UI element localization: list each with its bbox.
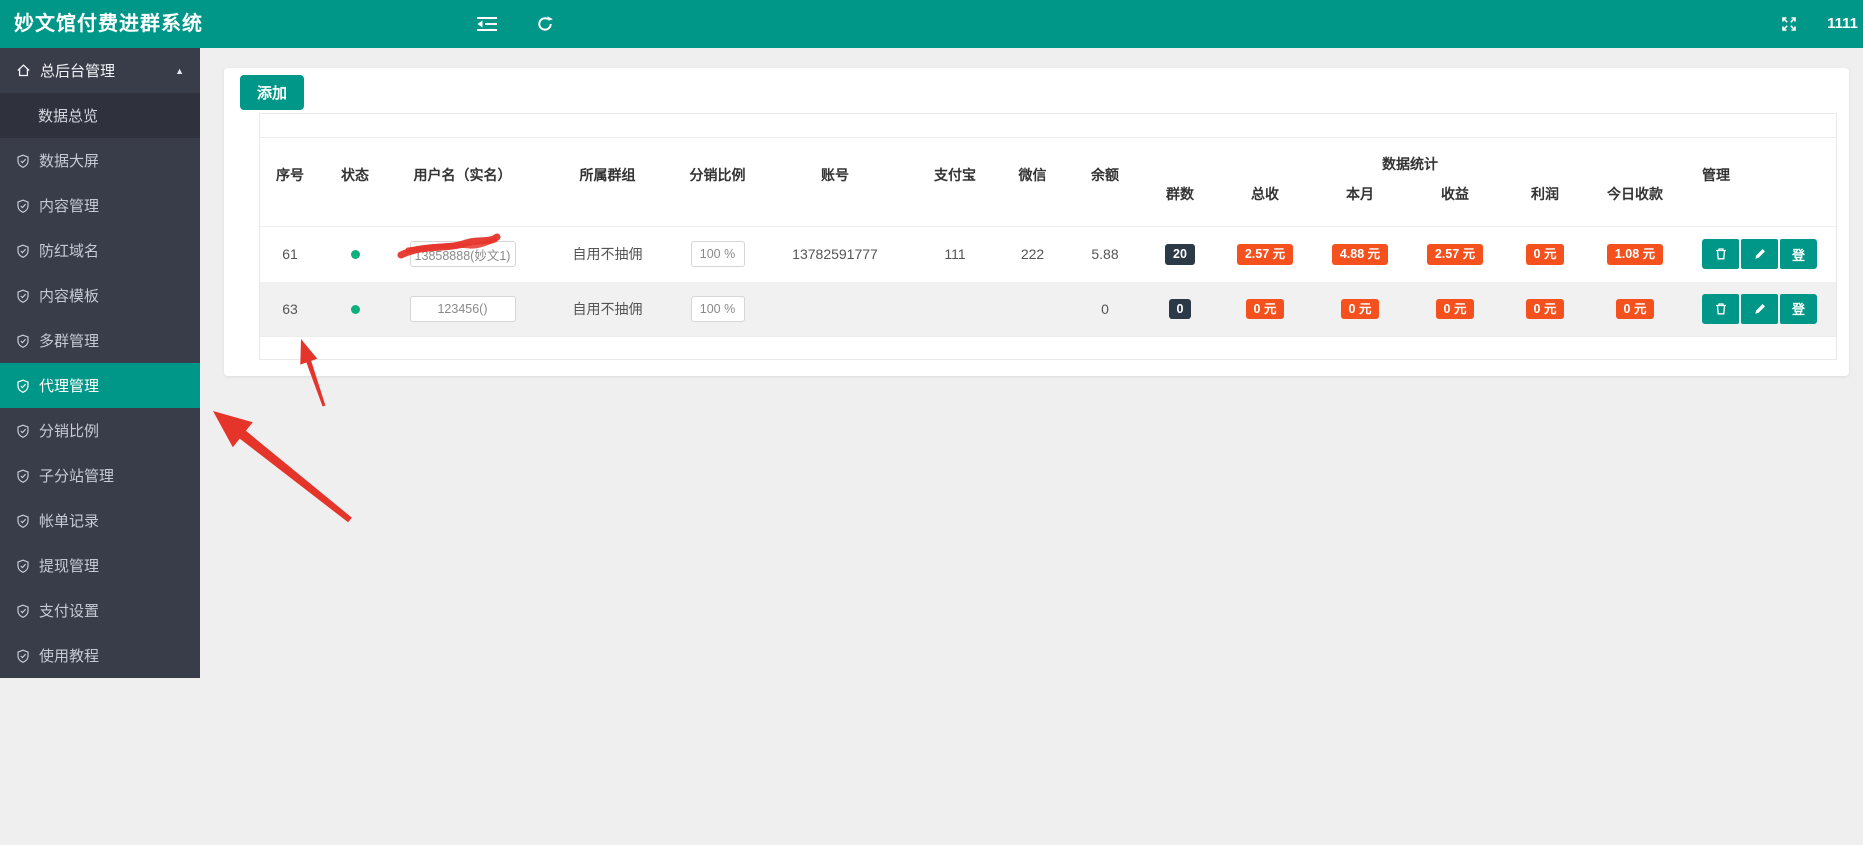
content-card: 添加 序号 状态 用户名（实名） 所属群组 分销比例 账号 支付宝 微信 余额 … <box>224 68 1849 376</box>
delete-button[interactable] <box>1702 293 1740 324</box>
col-header-manage: 管理 <box>1702 167 1731 183</box>
alipay-cell <box>915 282 995 337</box>
total-income-badge: 0 元 <box>1245 298 1285 319</box>
today-badge: 0 元 <box>1615 298 1655 319</box>
sidebar-item-antired-domain[interactable]: 防红域名 <box>0 228 200 273</box>
table-row: 63 自用不抽佣 0 0 0 元 0 元 0 元 0 元 0 元 <box>260 281 1836 337</box>
agents-table: 序号 状态 用户名（实名） 所属群组 分销比例 账号 支付宝 微信 余额 数据统… <box>260 137 1836 337</box>
sidebar-item-content-mgmt[interactable]: 内容管理 <box>0 183 200 228</box>
income-badge: 0 元 <box>1435 298 1475 319</box>
sidebar-group-admin[interactable]: 总后台管理 ▲ <box>0 48 200 93</box>
status-dot <box>350 250 360 260</box>
col-header-account: 账号 <box>821 167 849 183</box>
row-actions: 登 <box>1702 239 1818 270</box>
profit-badge: 0 元 <box>1525 244 1565 265</box>
sidebar-item-substation-mgmt[interactable]: 子分站管理 <box>0 453 200 498</box>
shield-check-icon <box>16 424 30 438</box>
group-cell: 自用不抽佣 <box>572 246 643 263</box>
col-header-income: 收益 <box>1441 185 1469 202</box>
shield-check-icon <box>16 334 30 348</box>
edit-button[interactable] <box>1741 293 1779 324</box>
sidebar-item-distribution-ratio[interactable]: 分销比例 <box>0 408 200 453</box>
collapse-menu-icon[interactable] <box>470 0 504 48</box>
sidebar: 总后台管理 ▲ 数据总览 数据大屏 内容管理 防红域名 内容模板 多群管理 代理… <box>0 48 200 678</box>
col-header-alipay: 支付宝 <box>934 167 976 183</box>
shield-check-icon <box>16 289 30 303</box>
account-cell <box>755 282 915 337</box>
shield-check-icon <box>16 514 30 528</box>
shield-check-icon <box>16 379 30 393</box>
sidebar-item-agent-mgmt[interactable]: 代理管理 <box>0 363 200 408</box>
account-cell: 13782591777 <box>792 246 878 263</box>
shield-check-icon <box>16 199 30 213</box>
status-dot <box>350 304 360 314</box>
total-income-badge: 2.57 元 <box>1236 244 1294 265</box>
annotation-arrow-large <box>213 411 352 523</box>
shield-check-icon <box>16 559 30 573</box>
shield-check-icon <box>16 244 30 258</box>
shield-check-icon <box>16 154 30 168</box>
groups-count-badge: 0 <box>1168 298 1192 319</box>
app-title: 妙文馆付费进群系统 <box>14 13 203 35</box>
month-badge: 4.88 元 <box>1331 244 1389 265</box>
group-cell: 自用不抽佣 <box>572 300 643 317</box>
current-user[interactable]: 1111 <box>1827 0 1858 48</box>
wechat-cell: 222 <box>1020 246 1045 263</box>
col-header-wechat: 微信 <box>1018 167 1047 183</box>
col-header-ratio: 分销比例 <box>689 167 746 183</box>
edit-button[interactable] <box>1741 239 1779 270</box>
add-button[interactable]: 添加 <box>240 75 304 110</box>
col-header-id: 序号 <box>276 167 304 183</box>
sidebar-item-payment-settings[interactable]: 支付设置 <box>0 588 200 633</box>
shield-check-icon <box>16 649 30 663</box>
shield-check-icon <box>16 469 30 483</box>
balance-cell: 0 <box>1101 300 1109 317</box>
today-badge: 1.08 元 <box>1606 244 1664 265</box>
sidebar-item-tutorial[interactable]: 使用教程 <box>0 633 200 678</box>
username-input[interactable] <box>409 241 516 268</box>
income-badge: 2.57 元 <box>1426 244 1484 265</box>
login-button[interactable]: 登 <box>1780 239 1818 270</box>
sidebar-item-data-overview[interactable]: 数据总览 <box>0 93 200 138</box>
caret-up-icon: ▲ <box>175 65 184 76</box>
profit-badge: 0 元 <box>1525 298 1565 319</box>
sidebar-item-data-screen[interactable]: 数据大屏 <box>0 138 200 183</box>
col-header-balance: 余额 <box>1091 167 1119 183</box>
col-header-group: 所属群组 <box>579 167 636 183</box>
row-actions: 登 <box>1702 293 1818 324</box>
month-badge: 0 元 <box>1340 298 1380 319</box>
refresh-icon[interactable] <box>528 0 562 48</box>
col-header-username: 用户名（实名） <box>413 167 512 183</box>
alipay-cell: 111 <box>944 246 966 263</box>
table-row: 61 自用不抽佣 13782591777 111 222 5.88 20 2.5… <box>260 227 1836 282</box>
groups-count-badge: 20 <box>1165 244 1195 265</box>
balance-cell: 5.88 <box>1091 246 1119 263</box>
sidebar-item-billing-records[interactable]: 帐单记录 <box>0 498 200 543</box>
col-group-header-stats: 数据统计 <box>1382 155 1439 172</box>
sidebar-group-label: 总后台管理 <box>40 63 116 80</box>
sidebar-item-content-template[interactable]: 内容模板 <box>0 273 200 318</box>
ratio-input[interactable] <box>690 241 745 268</box>
col-header-total-income: 总收 <box>1251 185 1279 202</box>
top-bar: 妙文馆付费进群系统 1111 <box>0 0 1863 48</box>
col-header-profit: 利润 <box>1531 185 1559 202</box>
home-icon <box>16 63 31 78</box>
wechat-cell <box>995 282 1070 337</box>
shield-check-icon <box>16 604 30 618</box>
row-id: 61 <box>282 246 298 263</box>
login-button[interactable]: 登 <box>1780 293 1818 324</box>
sidebar-item-multi-group[interactable]: 多群管理 <box>0 318 200 363</box>
col-header-today: 今日收款 <box>1607 185 1664 202</box>
col-header-month: 本月 <box>1346 185 1374 202</box>
fullscreen-icon[interactable] <box>1772 0 1806 48</box>
delete-button[interactable] <box>1702 239 1740 270</box>
col-header-status: 状态 <box>341 167 369 183</box>
col-header-groups-count: 群数 <box>1166 185 1194 202</box>
ratio-input[interactable] <box>690 295 745 322</box>
row-id: 63 <box>282 300 298 317</box>
table-panel: 序号 状态 用户名（实名） 所属群组 分销比例 账号 支付宝 微信 余额 数据统… <box>259 113 1837 360</box>
sidebar-item-withdraw-mgmt[interactable]: 提现管理 <box>0 543 200 588</box>
username-input[interactable] <box>409 295 516 322</box>
